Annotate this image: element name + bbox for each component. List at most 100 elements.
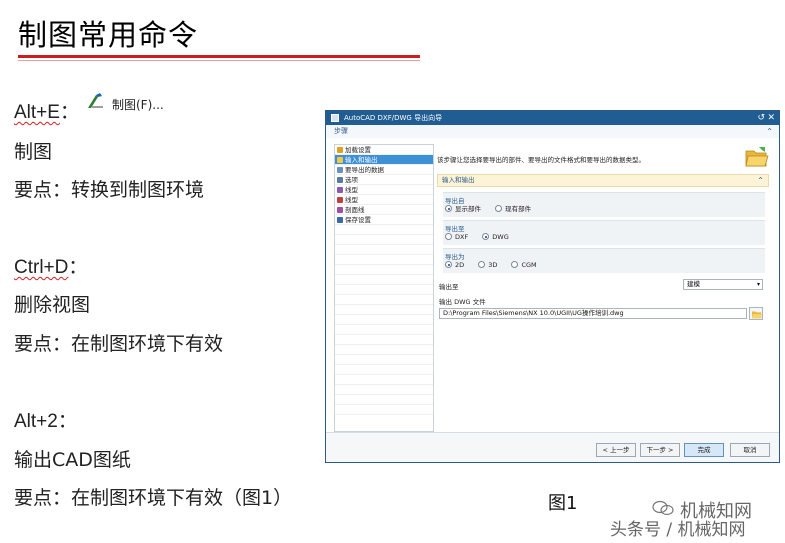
next-button[interactable]: 下一步 >: [640, 443, 680, 457]
command-name: 制图: [14, 141, 53, 163]
step-empty-row: [335, 355, 433, 365]
section-header[interactable]: 输入和输出 ⌃: [437, 174, 769, 187]
radio-display-part[interactable]: 显示部件: [445, 204, 481, 214]
dwg-file-path-input[interactable]: D:\Program Files\Siemens\NX 10.0\UGII\UG…: [439, 308, 747, 319]
figure-label: 图1: [548, 493, 578, 514]
radio-dxf[interactable]: DXF: [445, 232, 468, 242]
radio-2d[interactable]: 2D: [445, 260, 464, 270]
title-underline: [18, 55, 420, 58]
export-wizard-dialog: AutoCAD DXF/DWG 导出向导 ↺ ✕ 步骤 ⌃ 加载设置 输入和输出…: [325, 110, 780, 463]
shortcut-line-3: Alt+2：: [14, 406, 77, 433]
radio-dot: [445, 233, 452, 240]
command-name: 输出CAD图纸: [14, 449, 131, 471]
radio-3d[interactable]: 3D: [478, 260, 497, 270]
step-item[interactable]: 保存设置: [335, 215, 433, 225]
shortcut-key: Ctrl+D: [14, 257, 69, 278]
step-empty-row: [335, 285, 433, 295]
chevron-up-icon[interactable]: ⌃: [757, 175, 764, 186]
step-empty-row: [335, 225, 433, 235]
shortcut-colon: ：: [57, 411, 77, 432]
step-empty-row: [335, 325, 433, 335]
title-underline-shadow: [18, 60, 420, 61]
step-icon: [337, 217, 343, 223]
command-note: 要点：在制图环境下有效（图1）: [14, 487, 293, 509]
dropdown-arrow-icon: ▾: [756, 281, 760, 288]
step-icon: [337, 157, 343, 163]
group-title: 导出至: [445, 225, 465, 233]
step-empty-row: [335, 255, 433, 265]
shortcut-line-1: Alt+E：: [14, 97, 79, 124]
back-button[interactable]: < 上一步: [596, 443, 636, 457]
step-empty-row: [335, 235, 433, 245]
step-item[interactable]: 要导出的数据: [335, 165, 433, 175]
export-to-group: 导出至 DXF DWG: [443, 220, 765, 245]
steps-list: 加载设置 输入和输出 要导出的数据 选项 线型 线型 剖面线 保存设置: [334, 144, 434, 432]
steps-label: 步骤: [334, 127, 348, 135]
drafting-menu-item: 制图(F)...: [112, 98, 164, 112]
group-title: 导出自: [445, 197, 465, 205]
open-folder-icon: [745, 147, 769, 167]
step-empty-row: [335, 385, 433, 395]
step-empty-row: [335, 265, 433, 275]
step-empty-row: [335, 405, 433, 415]
output-to-value: 建模: [687, 280, 700, 288]
radio-dot: [445, 261, 452, 268]
chevron-up-icon[interactable]: ⌃: [766, 125, 773, 138]
close-icon[interactable]: ✕: [767, 111, 775, 125]
shortcut-colon: ：: [59, 102, 79, 123]
radio-dot: [478, 261, 486, 268]
step-empty-row: [335, 345, 433, 355]
step-empty-row: [335, 375, 433, 385]
radio-existing-part[interactable]: 现有部件: [495, 204, 531, 214]
step-item[interactable]: 选项: [335, 175, 433, 185]
step-empty-row: [335, 395, 433, 405]
radio-dwg[interactable]: DWG: [482, 232, 509, 242]
step-item[interactable]: 加载设置: [335, 145, 433, 155]
dialog-titlebar: AutoCAD DXF/DWG 导出向导 ↺ ✕: [326, 111, 779, 125]
command-note: 要点：转换到制图环境: [14, 179, 205, 201]
cancel-button[interactable]: 取消: [730, 443, 770, 457]
radio-cgm[interactable]: CGM: [511, 260, 537, 270]
step-description: 该步骤让您选择要导出的部件、要导出的文件格式和要导出的数据类型。: [437, 156, 645, 164]
shortcut-colon: ：: [68, 257, 88, 278]
dwg-file-label: 输出 DWG 文件: [439, 298, 486, 306]
step-empty-row: [335, 275, 433, 285]
slide-title: 制图常用命令: [18, 18, 199, 52]
command-name: 删除视图: [14, 294, 91, 316]
step-item[interactable]: 剖面线: [335, 205, 433, 215]
steps-header[interactable]: 步骤 ⌃: [326, 125, 779, 138]
step-item-selected[interactable]: 输入和输出: [335, 155, 433, 165]
radio-dot: [495, 205, 503, 212]
command-note: 要点：在制图环境下有效: [14, 333, 224, 355]
radio-dot: [511, 261, 519, 268]
radio-dot: [482, 233, 490, 240]
step-content: 该步骤让您选择要导出的部件、要导出的文件格式和要导出的数据类型。 输入和输出 ⌃…: [435, 144, 773, 432]
dialog-title: AutoCAD DXF/DWG 导出向导: [344, 114, 443, 122]
section-title: 输入和输出: [442, 176, 475, 184]
step-empty-row: [335, 305, 433, 315]
step-icon: [337, 207, 343, 213]
step-icon: [337, 197, 343, 203]
step-empty-row: [335, 365, 433, 375]
dialog-footer: < 上一步 下一步 > 完成 取消: [326, 432, 779, 462]
step-icon: [337, 167, 343, 173]
export-from-group: 导出自 显示部件 现有部件: [443, 192, 765, 217]
step-icon: [337, 187, 343, 193]
output-to-label: 输出至: [439, 283, 459, 291]
radio-dot: [445, 205, 452, 212]
watermark-source: 头条号 / 机械知网: [610, 520, 746, 540]
step-item[interactable]: 线型: [335, 185, 433, 195]
finish-button[interactable]: 完成: [684, 443, 724, 457]
export-as-group: 导出为 2D 3D CGM: [443, 248, 765, 273]
output-to-select[interactable]: 建模 ▾: [683, 279, 763, 290]
shortcut-key: Alt+2: [14, 411, 58, 432]
drafting-icon: [88, 93, 103, 108]
step-empty-row: [335, 335, 433, 345]
shortcut-key: Alt+E: [14, 102, 60, 123]
reset-icon[interactable]: ↺: [757, 111, 765, 125]
step-empty-row: [335, 245, 433, 255]
browse-button[interactable]: [749, 307, 763, 320]
step-item[interactable]: 线型: [335, 195, 433, 205]
group-title: 导出为: [445, 253, 465, 261]
app-icon: [331, 114, 339, 122]
